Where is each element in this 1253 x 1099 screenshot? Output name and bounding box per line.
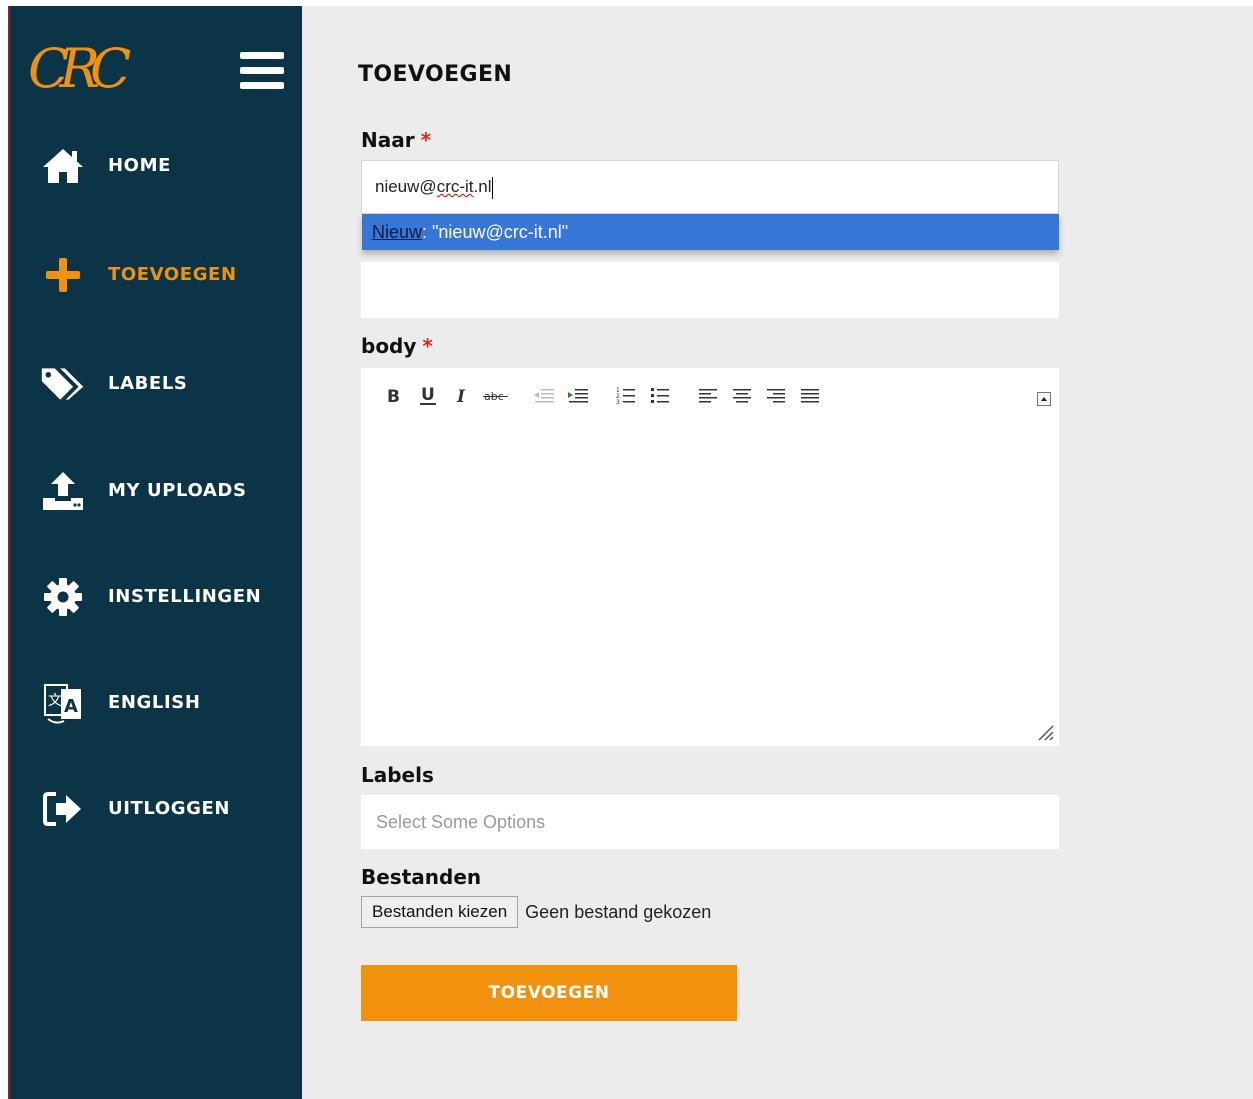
text-caret <box>492 176 494 199</box>
plus-icon <box>40 253 86 297</box>
choose-files-button[interactable]: Bestanden kiezen <box>361 896 519 928</box>
svg-text:U: U <box>421 385 435 405</box>
file-input: Bestanden kiezen Geen bestand gekozen <box>361 896 711 928</box>
main-content: TOEVOEGEN Naar * nieuw@crc-it.nl Nieuw: "… <box>302 6 1253 1099</box>
italic-icon[interactable]: I <box>447 382 477 410</box>
bold-icon[interactable]: B <box>379 382 409 410</box>
naar-input[interactable]: nieuw@crc-it.nl <box>361 160 1059 214</box>
nav-item-my-uploads[interactable]: MY UPLOADS <box>10 461 302 521</box>
editor-toolbar: B U I abc 123 <box>379 382 829 410</box>
indent-icon[interactable] <box>563 382 593 410</box>
nav-label: LABELS <box>108 373 188 394</box>
labels-label: Labels <box>361 763 434 787</box>
nav-item-uitloggen[interactable]: UITLOGGEN <box>10 779 302 839</box>
align-right-icon[interactable] <box>761 382 791 410</box>
body-label: body * <box>361 334 433 358</box>
nav-label: UITLOGGEN <box>108 798 231 819</box>
autocomplete-suggestion[interactable]: Nieuw: "nieuw@crc-it.nl" <box>362 214 1059 250</box>
sidebar: CRC HOME TOEVOEGEN LABELS MY UPLOADS INS… <box>10 6 302 1099</box>
bestanden-label: Bestanden <box>361 865 482 889</box>
nav-label: TOEVOEGEN <box>108 264 237 285</box>
hamburger-menu-icon[interactable] <box>240 52 284 90</box>
nav-label: ENGLISH <box>108 692 201 713</box>
ordered-list-icon[interactable]: 123 <box>611 382 641 410</box>
nav-item-toevoegen[interactable]: TOEVOEGEN <box>10 245 302 305</box>
translate-icon: 文 A <box>40 681 86 725</box>
nav-item-english[interactable]: 文 A ENGLISH <box>10 673 302 733</box>
resize-handle-icon[interactable] <box>1035 722 1055 742</box>
svg-text:3: 3 <box>616 399 620 406</box>
svg-text:I: I <box>456 387 466 405</box>
logout-icon <box>40 787 86 831</box>
editor-toggle-icon[interactable] <box>1037 392 1051 406</box>
nav-label: HOME <box>108 155 171 176</box>
svg-text:B: B <box>387 387 400 405</box>
gear-icon <box>40 575 86 619</box>
home-icon <box>40 144 86 188</box>
required-mark: * <box>422 334 433 358</box>
naar-label: Naar * <box>361 128 432 152</box>
submit-button[interactable]: TOEVOEGEN <box>361 965 737 1021</box>
labels-select[interactable]: Select Some Options <box>361 795 1059 849</box>
required-mark: * <box>420 128 432 152</box>
unordered-list-icon[interactable] <box>645 382 675 410</box>
svg-text:A: A <box>64 696 78 717</box>
upload-icon <box>40 469 86 513</box>
nav-label: INSTELLINGEN <box>108 586 262 607</box>
nav-item-labels[interactable]: LABELS <box>10 354 302 414</box>
strikethrough-icon[interactable]: abc <box>481 382 511 410</box>
subject-input[interactable] <box>361 262 1059 318</box>
align-left-icon[interactable] <box>693 382 723 410</box>
body-editor[interactable]: B U I abc 123 <box>361 368 1059 746</box>
crc-logo[interactable]: CRC <box>28 34 131 104</box>
nav-item-home[interactable]: HOME <box>10 136 302 196</box>
align-justify-icon[interactable] <box>795 382 825 410</box>
tags-icon <box>40 362 86 406</box>
svg-text:文: 文 <box>48 693 62 709</box>
underline-icon[interactable]: U <box>413 382 443 410</box>
file-status: Geen bestand gekozen <box>525 901 712 922</box>
outdent-icon[interactable] <box>529 382 559 410</box>
nav-label: MY UPLOADS <box>108 480 247 501</box>
page-title: TOEVOEGEN <box>358 62 513 87</box>
nav-item-instellingen[interactable]: INSTELLINGEN <box>10 567 302 627</box>
window-left-edge <box>0 6 8 1099</box>
align-center-icon[interactable] <box>727 382 757 410</box>
